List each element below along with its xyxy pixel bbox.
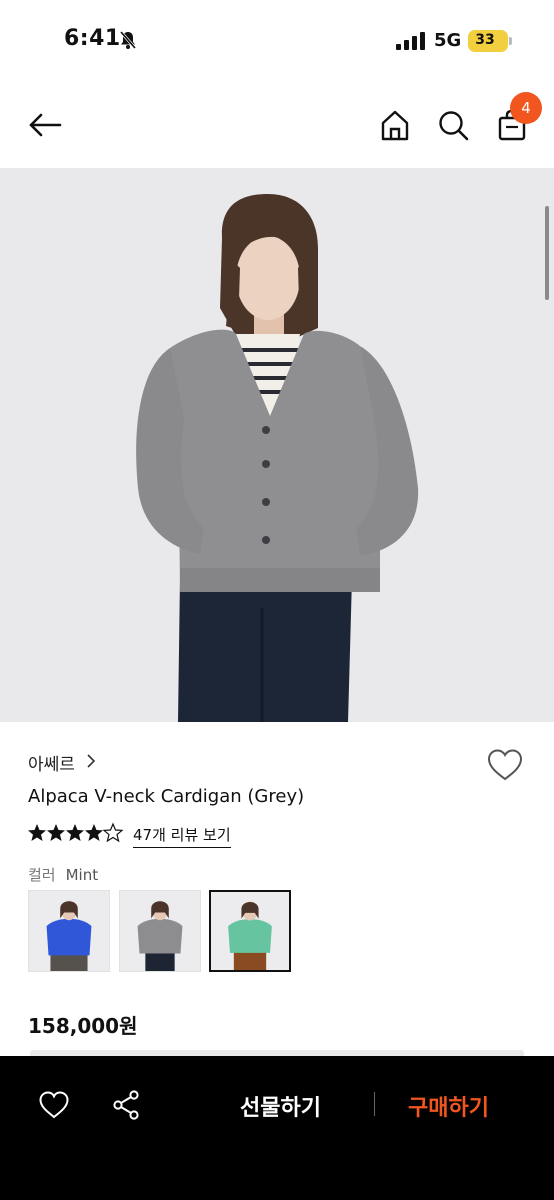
reviews-link[interactable]: 47개 리뷰 보기 [133, 824, 231, 848]
battery-level: 33 [475, 32, 495, 48]
heart-icon[interactable] [38, 1090, 70, 1120]
product-price: 158,000원 [28, 1014, 138, 1038]
color-label: 컬러 [28, 866, 56, 884]
swatch-blue-image [29, 891, 109, 971]
product-image[interactable] [0, 168, 554, 722]
search-icon[interactable] [436, 108, 470, 142]
home-icon[interactable] [378, 108, 412, 142]
cart-count-badge: 4 [510, 92, 542, 124]
share-icon[interactable] [112, 1090, 140, 1120]
bell-slash-icon [119, 31, 137, 49]
back-arrow-icon[interactable] [28, 108, 62, 142]
buy-button[interactable]: 구매하기 [408, 1090, 489, 1122]
chevron-right-icon [87, 754, 96, 768]
selected-color-value: Mint [65, 866, 99, 884]
model-illustration [0, 168, 554, 722]
swatch-mint-image [211, 892, 289, 970]
color-option-row: 컬러 Mint [28, 864, 98, 885]
battery-icon: 33 [468, 30, 512, 52]
status-time: 6:41 [64, 26, 121, 51]
wishlist-heart-icon[interactable] [486, 748, 524, 782]
scroll-indicator [545, 206, 549, 300]
status-bar: 6:41 5G 33 [0, 0, 554, 84]
swatch-grey-image [120, 891, 200, 971]
color-swatch-blue[interactable] [28, 890, 110, 972]
brand-link[interactable]: 아쎄르 [28, 750, 75, 775]
gift-button[interactable]: 선물하기 [240, 1090, 321, 1122]
product-title: Alpaca V-neck Cardigan (Grey) [28, 786, 305, 807]
color-swatch-mint[interactable] [209, 890, 291, 972]
star-rating-icon [28, 822, 124, 843]
network-type: 5G [434, 30, 462, 51]
button-divider [374, 1092, 375, 1116]
cellular-signal-icon [396, 32, 425, 50]
color-swatch-grey[interactable] [119, 890, 201, 972]
top-nav: 4 [0, 84, 554, 168]
bottom-action-bar: 선물하기 구매하기 [0, 1056, 554, 1200]
